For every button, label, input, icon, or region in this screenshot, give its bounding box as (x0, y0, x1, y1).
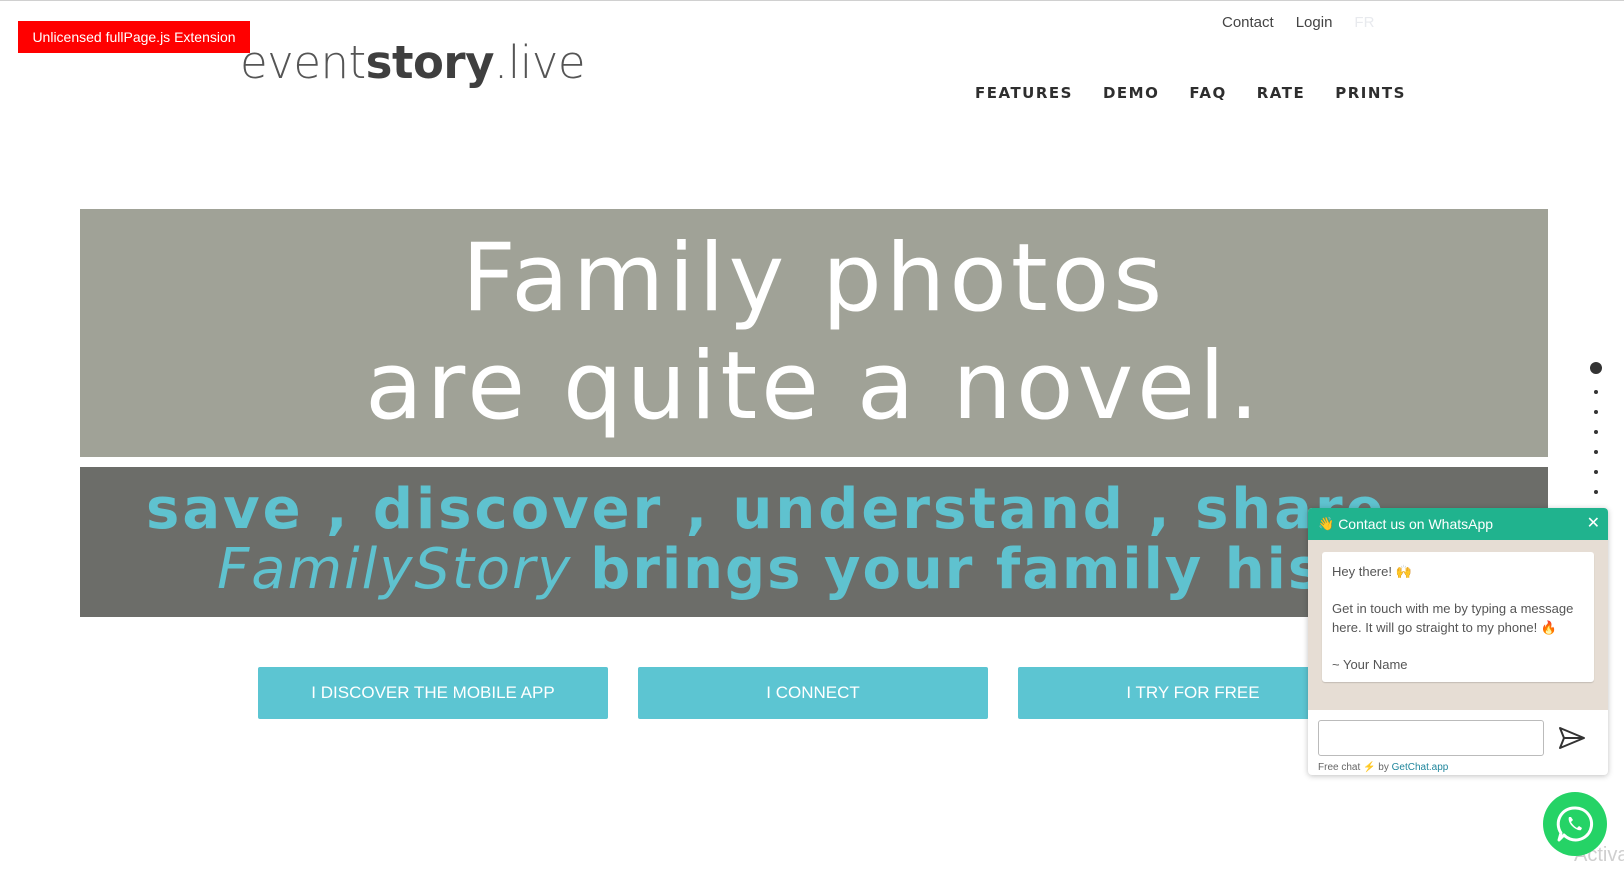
hero-headline-line2: are quite a novel. (365, 332, 1263, 441)
section-dot[interactable] (1594, 490, 1598, 494)
whatsapp-chat-widget: 👋 Contact us on WhatsApp ✕ Hey there! 🙌 … (1308, 508, 1608, 775)
getchat-link[interactable]: GetChat.app (1392, 762, 1449, 773)
main-nav: FEATURES DEMO FAQ RATE PRINTS (975, 84, 1406, 102)
chat-body: Hey there! 🙌 Get in touch with me by typ… (1308, 540, 1608, 710)
close-icon[interactable]: ✕ (1587, 513, 1600, 533)
logo-part-story: story (365, 36, 495, 89)
whatsapp-icon (1556, 806, 1594, 842)
send-icon[interactable] (1558, 726, 1586, 750)
discover-mobile-app-button[interactable]: I DISCOVER THE MOBILE APP (258, 667, 608, 719)
chat-header: 👋 Contact us on WhatsApp ✕ (1308, 508, 1608, 540)
hero-headline-line1: Family photos (461, 224, 1167, 333)
section-dot[interactable] (1594, 410, 1598, 414)
whatsapp-button[interactable] (1543, 792, 1607, 856)
section-dot[interactable] (1590, 362, 1602, 374)
chat-footer: Free chat ⚡ by GetChat.app (1308, 756, 1608, 775)
chat-footer-prefix: Free chat (1318, 762, 1361, 773)
section-dot[interactable] (1594, 390, 1598, 394)
top-links: Contact Login FR (1222, 14, 1374, 31)
nav-item-features[interactable]: FEATURES (975, 84, 1073, 102)
section-dot[interactable] (1594, 430, 1598, 434)
section-nav-dots (1590, 362, 1602, 514)
chat-input-row (1308, 710, 1608, 756)
chat-message-bubble: Hey there! 🙌 Get in touch with me by typ… (1322, 552, 1594, 682)
section-dot[interactable] (1594, 470, 1598, 474)
wave-hand-icon: 👋 (1318, 516, 1335, 531)
language-link[interactable]: FR (1354, 14, 1374, 31)
nav-item-prints[interactable]: PRINTS (1335, 84, 1406, 102)
license-badge: Unlicensed fullPage.js Extension (18, 21, 250, 53)
lightning-icon: ⚡ (1363, 762, 1376, 773)
chat-message-input[interactable] (1318, 720, 1544, 756)
chat-message: Get in touch with me by typing a message… (1332, 601, 1574, 635)
nav-item-demo[interactable]: DEMO (1103, 84, 1159, 102)
chat-signature: ~ Your Name (1332, 657, 1408, 672)
section-dot[interactable] (1594, 450, 1598, 454)
contact-link[interactable]: Contact (1222, 14, 1274, 31)
chat-footer-by: by (1378, 762, 1389, 773)
logo-part-event: event (240, 36, 366, 89)
hero-headline-banner: Family photos are quite a novel. (80, 209, 1548, 457)
site-logo[interactable]: eventstory.live (240, 36, 586, 89)
login-link[interactable]: Login (1296, 14, 1333, 31)
chat-header-title: Contact us on WhatsApp (1338, 516, 1494, 532)
nav-item-faq[interactable]: FAQ (1189, 84, 1226, 102)
nav-item-rate[interactable]: RATE (1257, 84, 1305, 102)
top-border (0, 0, 1624, 1)
connect-button[interactable]: I CONNECT (638, 667, 988, 719)
logo-part-live: .live (493, 36, 586, 89)
chat-greeting: Hey there! 🙌 (1332, 564, 1412, 579)
tagline-brand: FamilyStory (217, 537, 573, 602)
